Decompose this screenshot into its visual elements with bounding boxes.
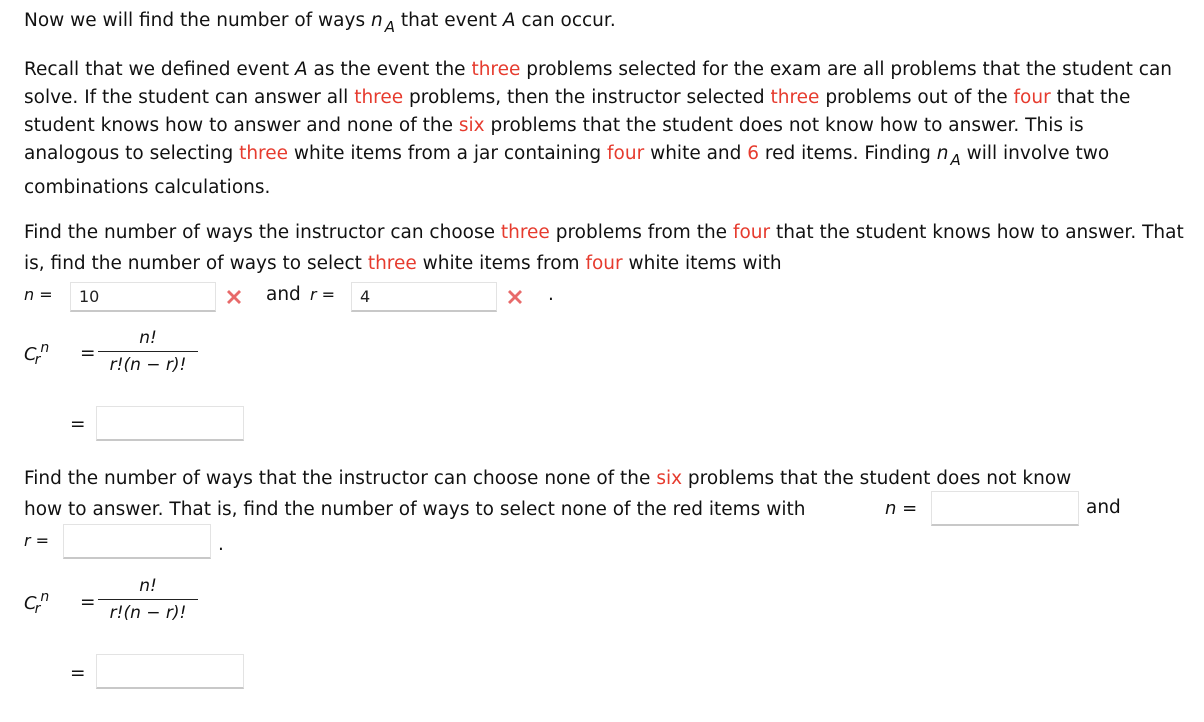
part1-paragraph: Find the number of ways the instructor c… [24,222,1184,274]
combination-symbol: Crn [24,589,50,617]
part2-result-input[interactable] [96,654,244,689]
recall-paragraph: Recall that we defined event A as the ev… [24,59,1173,198]
part2-period: . [218,534,224,555]
part2-n-label: n = [885,498,918,519]
incorrect-x-icon [508,290,522,304]
part1-period: . [548,284,554,305]
incorrect-x-icon [227,290,241,304]
equals-sign: = [80,343,96,364]
equals-sign: = [70,414,86,435]
var-n: n [370,10,383,31]
part2-r-input[interactable] [63,524,211,559]
part2-and-label: and [1086,497,1121,518]
part1-n-label: n = [24,285,53,304]
part1-r-input[interactable] [351,282,497,312]
part1-n-input[interactable] [70,282,216,312]
equals-sign: = [80,592,96,613]
part2-r-label: r = [24,531,50,550]
part2-n-input[interactable] [931,491,1079,526]
part1-r-label: r = [310,285,336,304]
combination-symbol: Crn [24,340,50,368]
combination-fraction: n! r!(n − r)! [98,327,198,376]
combination-fraction: n! r!(n − r)! [98,575,198,624]
equals-sign: = [70,663,86,684]
part1-and-label: and [266,284,301,305]
part1-result-input[interactable] [96,406,244,441]
intro-text: Now we will find the number of ways nA t… [24,10,616,36]
part2-paragraph: Find the number of ways that the instruc… [24,468,1072,520]
